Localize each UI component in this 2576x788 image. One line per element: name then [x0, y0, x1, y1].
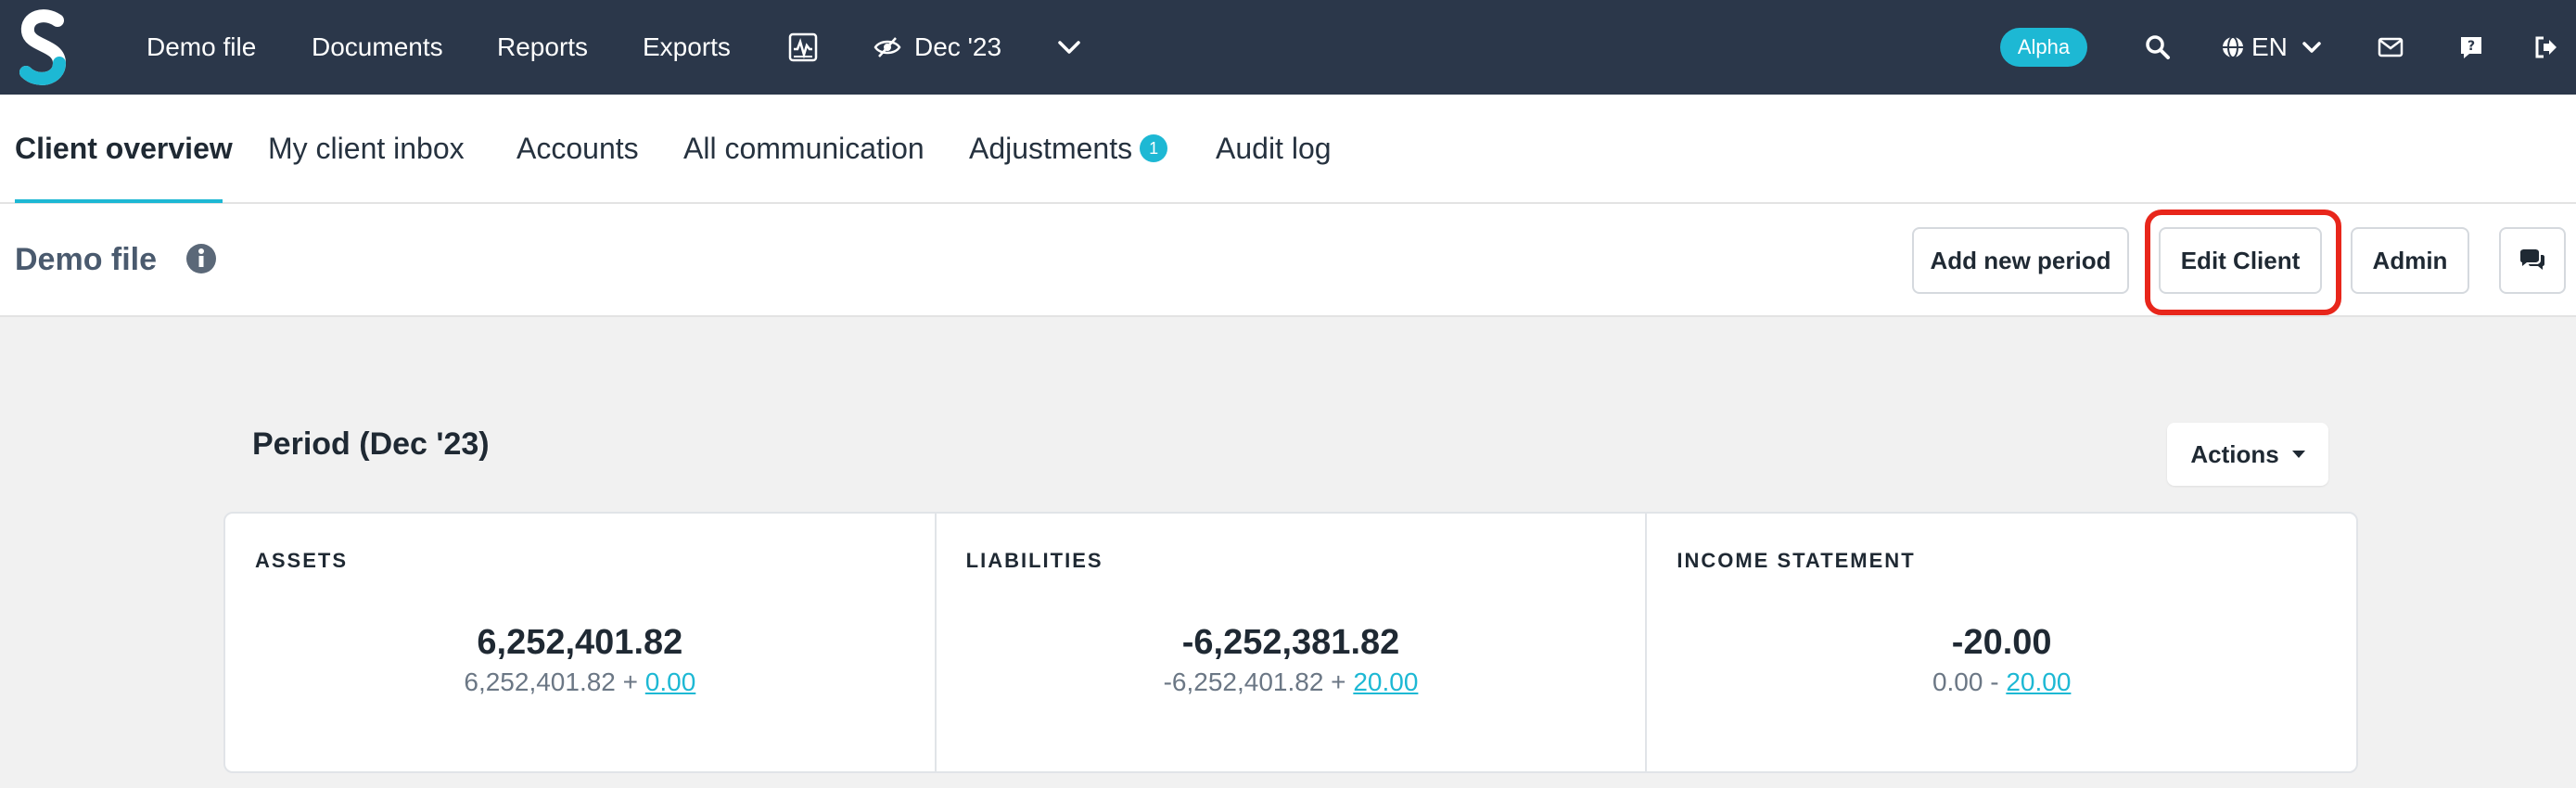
actions-label: Actions [2190, 439, 2279, 468]
tab-adjustments[interactable]: Adjustments 1 [969, 95, 1168, 202]
nav-demo-file[interactable]: Demo file [147, 0, 256, 95]
card-breakdown: 0.00 - 20.00 [1647, 667, 2356, 697]
card-base-value: 6,252,401.82 [464, 667, 616, 696]
tab-audit-log[interactable]: Audit log [1216, 95, 1332, 202]
card-total: -6,252,381.82 [1181, 623, 1400, 662]
period-selector[interactable]: Dec '23 [914, 0, 1001, 95]
card-label: INCOME STATEMENT [1677, 549, 1916, 572]
admin-button[interactable]: Admin [2351, 227, 2469, 294]
search-icon[interactable] [2142, 0, 2174, 95]
tab-all-communication[interactable]: All communication [683, 95, 925, 202]
caret-down-icon [2291, 451, 2305, 458]
card-total: -20.00 [1951, 623, 2052, 662]
tab-my-client-inbox[interactable]: My client inbox [268, 95, 465, 202]
period-title: Period (Dec '23) [252, 426, 490, 462]
card-adjustment-link[interactable]: 0.00 [645, 667, 696, 696]
edit-client-highlight [2145, 210, 2341, 315]
assets-card: ASSETS 6,252,401.82 6,252,401.82 + 0.00 [225, 514, 937, 771]
tab-adjustments-label: Adjustments [969, 131, 1133, 165]
add-new-period-button[interactable]: Add new period [1912, 227, 2129, 294]
envelope-icon[interactable] [2376, 0, 2405, 95]
card-base-value: 0.00 [1932, 667, 1983, 696]
liabilities-card: LIABILITIES -6,252,381.82 -6,252,401.82 … [937, 514, 1648, 771]
card-operator: + [615, 667, 645, 696]
card-base-value: -6,252,401.82 [1163, 667, 1324, 696]
logout-icon[interactable] [2531, 0, 2559, 95]
logo-icon[interactable] [17, 7, 72, 87]
card-operator: - [1983, 667, 2007, 696]
eye-slash-icon[interactable] [872, 0, 903, 95]
tab-client-overview[interactable]: Client overview [15, 95, 233, 202]
comments-icon [2520, 249, 2544, 270]
nav-documents[interactable]: Documents [312, 0, 443, 95]
comments-button[interactable] [2499, 227, 2566, 294]
tab-accounts[interactable]: Accounts [516, 95, 639, 202]
period-summary-cards: ASSETS 6,252,401.82 6,252,401.82 + 0.00 … [223, 512, 2358, 773]
card-label: LIABILITIES [965, 549, 1103, 572]
language-selector[interactable]: EN [2251, 0, 2288, 95]
card-label: ASSETS [255, 549, 349, 572]
tab-bar: Client overview My client inbox Accounts… [0, 95, 2576, 204]
nav-exports[interactable]: Exports [643, 0, 731, 95]
top-navbar: Demo file Documents Reports Exports Dec … [0, 0, 2576, 95]
adjustments-count-badge: 1 [1140, 134, 1168, 162]
card-operator: + [1323, 667, 1354, 696]
card-total: 6,252,401.82 [477, 623, 683, 662]
activity-chart-icon[interactable] [786, 0, 820, 95]
page-title: Demo file [15, 241, 158, 277]
question-icon[interactable]: ? [2457, 0, 2485, 95]
card-adjustment-link[interactable]: 20.00 [1353, 667, 1418, 696]
actions-dropdown-button[interactable]: Actions [2167, 423, 2328, 486]
card-adjustment-link[interactable]: 20.00 [2006, 667, 2071, 696]
globe-icon[interactable] [2220, 0, 2246, 95]
svg-text:?: ? [2468, 39, 2475, 54]
card-breakdown: -6,252,401.82 + 20.00 [937, 667, 1646, 697]
chevron-down-icon[interactable] [1053, 0, 1085, 95]
language-chevron-icon[interactable] [2298, 0, 2326, 95]
info-icon[interactable] [185, 243, 217, 274]
nav-reports[interactable]: Reports [497, 0, 588, 95]
alpha-badge: Alpha [2000, 28, 2087, 67]
income-statement-card: INCOME STATEMENT -20.00 0.00 - 20.00 [1647, 514, 2356, 771]
active-tab-indicator [15, 199, 223, 203]
card-breakdown: 6,252,401.82 + 0.00 [225, 667, 935, 697]
